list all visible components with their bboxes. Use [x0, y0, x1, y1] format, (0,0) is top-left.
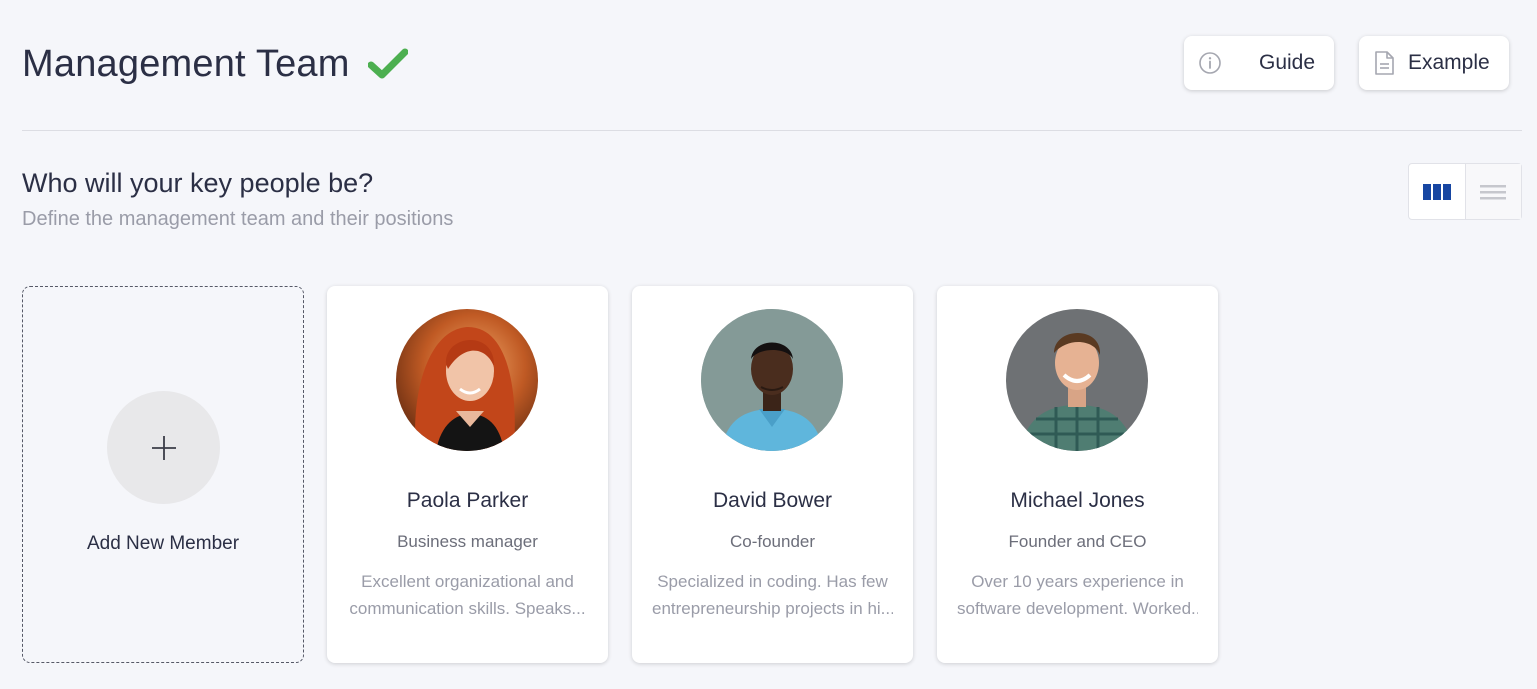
guide-button[interactable]: Guide [1184, 36, 1334, 90]
member-description: Specialized in coding. Has few entrepren… [652, 568, 893, 622]
avatar [1006, 309, 1148, 451]
member-description-line: communication skills. Speaks... [349, 599, 586, 618]
member-description: Over 10 years experience in software dev… [957, 568, 1198, 622]
info-icon [1199, 52, 1221, 74]
header-divider [22, 130, 1522, 131]
view-toggle [1408, 163, 1522, 220]
example-button-label: Example [1408, 51, 1490, 74]
add-member-label: Add New Member [86, 533, 240, 554]
section-subtitle: Define the management team and their pos… [22, 208, 454, 230]
member-description-line: Over 10 years experience in [971, 572, 1184, 591]
member-role: Co-founder [729, 532, 816, 551]
grid-view-icon [1422, 183, 1451, 200]
member-description-line: entrepreneurship projects in hi... [652, 599, 893, 618]
member-name: Paola Parker [406, 489, 529, 512]
member-card[interactable]: Paola Parker Business manager Excellent … [327, 286, 608, 663]
member-description-line: Excellent organizational and [361, 572, 574, 591]
member-role: Founder and CEO [1008, 532, 1147, 551]
list-view-button[interactable] [1464, 164, 1521, 219]
member-description-line: software development. Worked.. [957, 599, 1198, 618]
member-name: David Bower [712, 489, 833, 512]
member-description-line: Specialized in coding. Has few [657, 572, 888, 591]
section-title: Who will your key people be? [22, 168, 374, 198]
page-title-row: Management Team [22, 40, 408, 88]
example-button[interactable]: Example [1359, 36, 1509, 90]
avatar [701, 309, 843, 451]
grid-view-button[interactable] [1409, 164, 1465, 219]
member-name: Michael Jones [1010, 489, 1145, 512]
guide-button-label: Guide [1259, 51, 1316, 74]
list-view-icon [1480, 184, 1507, 199]
document-icon [1375, 51, 1394, 75]
check-icon [367, 48, 408, 79]
page-title: Management Team [22, 43, 350, 85]
plus-icon [151, 435, 176, 460]
avatar [396, 309, 538, 451]
add-member-circle[interactable] [107, 391, 220, 504]
member-role: Business manager [397, 532, 538, 551]
member-description: Excellent organizational and communicati… [347, 568, 588, 622]
member-card[interactable]: Michael Jones Founder and CEO Over 10 ye… [937, 286, 1218, 663]
management-team-page: Management Team Guide Example Who will y… [0, 0, 1537, 689]
add-member-card[interactable]: Add New Member [22, 286, 304, 663]
member-card[interactable]: David Bower Co-founder Specialized in co… [632, 286, 913, 663]
